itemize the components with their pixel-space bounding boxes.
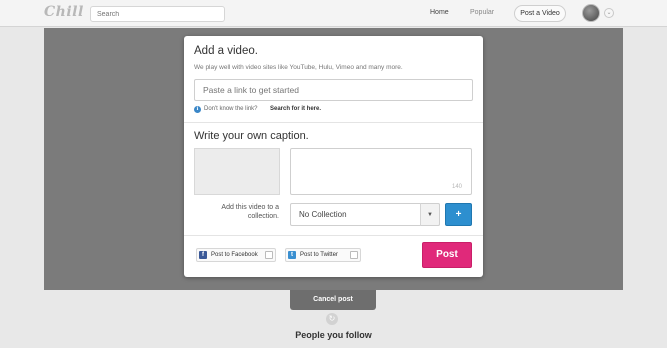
facebook-label: Post to Facebook — [211, 252, 258, 258]
people-you-follow-heading: People you follow — [295, 330, 372, 340]
dropdown-caret-icon[interactable]: ▼ — [420, 203, 440, 226]
cancel-post-button[interactable]: Cancel post — [290, 290, 376, 310]
add-video-title: Add a video. — [194, 45, 258, 57]
post-to-twitter-toggle[interactable]: t Post to Twitter — [285, 248, 361, 262]
add-video-modal: Add a video. We play well with video sit… — [184, 36, 483, 277]
post-button[interactable]: Post — [422, 242, 472, 268]
top-nav-bar: Chill Home Popular Post a Video ⌄ — [0, 0, 667, 27]
post-video-button[interactable]: Post a Video — [514, 5, 566, 22]
facebook-checkbox[interactable] — [265, 251, 273, 259]
video-thumbnail-placeholder — [194, 148, 280, 195]
refresh-icon: ↻ — [326, 313, 338, 325]
facebook-icon: f — [199, 251, 207, 259]
nav-link-popular[interactable]: Popular — [470, 9, 494, 16]
search-for-it-link[interactable]: Search for it here. — [270, 106, 321, 112]
section-divider — [184, 122, 483, 123]
video-link-input[interactable] — [194, 79, 473, 101]
caption-textarea[interactable] — [290, 148, 472, 195]
section-divider — [184, 235, 483, 236]
caption-title: Write your own caption. — [194, 130, 309, 142]
chevron-down-icon[interactable]: ⌄ — [604, 8, 614, 18]
collection-label: Add this video to a collection. — [221, 204, 279, 220]
char-count: 140 — [452, 184, 463, 190]
user-avatar[interactable] — [582, 4, 600, 22]
info-icon: i — [194, 106, 201, 113]
collection-select[interactable]: No Collection — [290, 203, 440, 226]
post-to-facebook-toggle[interactable]: f Post to Facebook — [196, 248, 276, 262]
twitter-label: Post to Twitter — [300, 252, 338, 258]
chill-logo[interactable]: Chill — [44, 4, 84, 20]
add-video-subtitle: We play well with video sites like YouTu… — [194, 64, 403, 71]
search-input[interactable] — [90, 6, 225, 22]
twitter-icon: t — [288, 251, 296, 259]
twitter-checkbox[interactable] — [350, 251, 358, 259]
add-collection-button[interactable]: + — [445, 203, 472, 226]
nav-link-home[interactable]: Home — [430, 9, 449, 16]
help-text: Don't know the link? — [204, 106, 258, 112]
